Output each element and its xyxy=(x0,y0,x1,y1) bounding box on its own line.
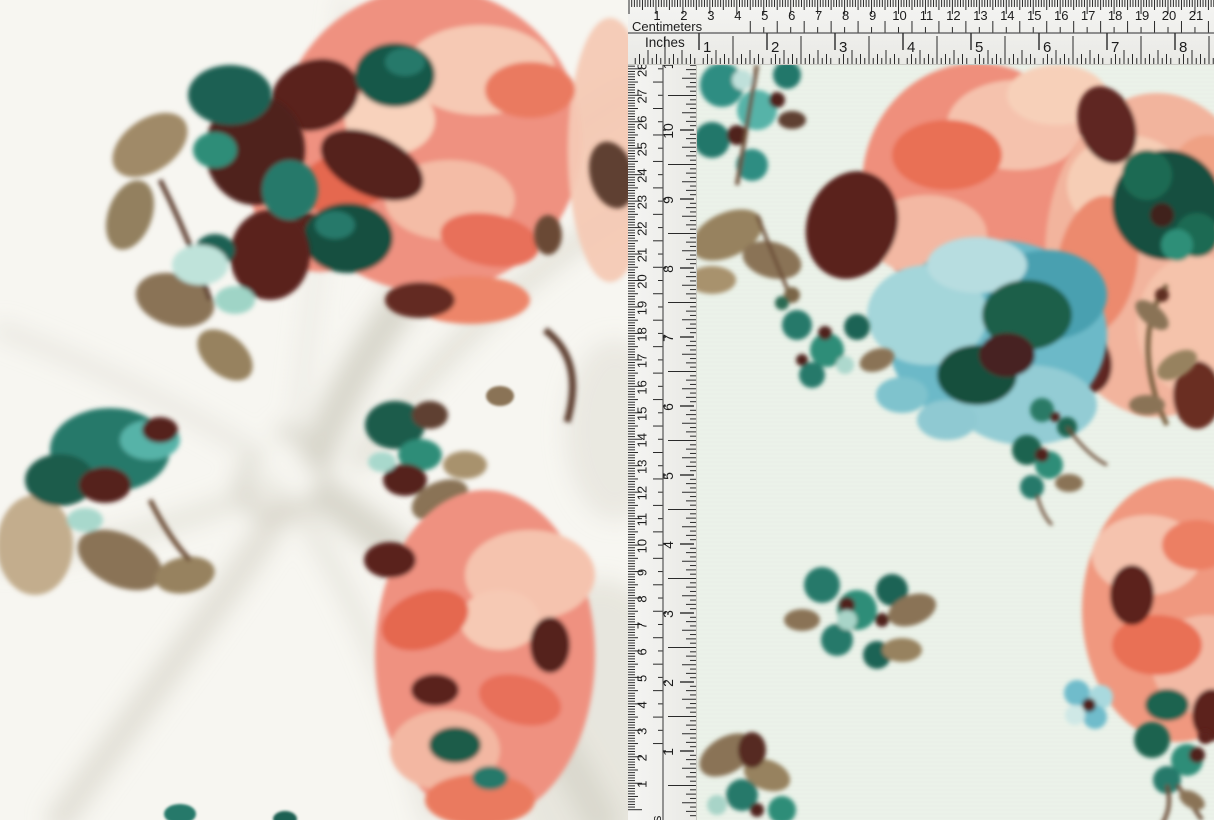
inch-number: 3 xyxy=(839,39,847,56)
inch-number: 4 xyxy=(660,541,676,549)
cm-number: 14 xyxy=(1000,8,1014,23)
cm-number: 15 xyxy=(635,407,650,421)
inch-number: 2 xyxy=(660,679,676,687)
inch-number: 10 xyxy=(660,123,676,139)
cm-number: 19 xyxy=(1135,8,1149,23)
cm-number: 13 xyxy=(973,8,987,23)
centimeters-label: Centimeters xyxy=(650,816,664,820)
cm-number: 21 xyxy=(1189,8,1203,23)
cm-number: 8 xyxy=(635,595,650,602)
cm-number: 8 xyxy=(842,8,849,23)
swirled-fabric-photo xyxy=(0,0,628,820)
cm-number: 6 xyxy=(788,8,795,23)
inch-number: 4 xyxy=(907,39,915,56)
cm-number: 18 xyxy=(635,327,650,341)
cm-number: 11 xyxy=(920,8,934,23)
cm-number: 21 xyxy=(635,248,650,262)
cm-number: 19 xyxy=(635,301,650,315)
cm-number: 5 xyxy=(635,675,650,682)
cm-number: 25 xyxy=(635,142,650,156)
cm-number: 3 xyxy=(707,8,714,23)
fabric-listing-photo: 12345678910111213141516171819202122Centi… xyxy=(0,0,1214,820)
cm-number: 10 xyxy=(635,539,650,553)
inch-number: 9 xyxy=(660,196,676,204)
cm-number: 5 xyxy=(761,8,768,23)
cm-number: 12 xyxy=(635,486,650,500)
inch-number: 2 xyxy=(771,39,779,56)
inch-number: 8 xyxy=(660,265,676,273)
cm-number: 17 xyxy=(635,354,650,368)
inch-number: 6 xyxy=(1043,39,1051,56)
cm-number: 28 xyxy=(635,65,650,77)
cm-number: 18 xyxy=(1108,8,1122,23)
cm-number: 4 xyxy=(635,701,650,708)
cm-number: 2 xyxy=(635,754,650,761)
inch-number: 5 xyxy=(975,39,983,56)
cm-number: 24 xyxy=(635,168,650,182)
inch-number: 3 xyxy=(660,610,676,618)
cm-number: 1 xyxy=(635,781,650,788)
cm-number: 13 xyxy=(635,459,650,473)
blue-flower-small xyxy=(1064,680,1113,729)
flat-fabric-swatch-photo xyxy=(697,65,1214,820)
inch-number: 5 xyxy=(660,472,676,480)
cm-number: 7 xyxy=(635,622,650,629)
cm-number: 3 xyxy=(635,728,650,735)
cm-number: 9 xyxy=(635,569,650,576)
inch-number: 1 xyxy=(703,39,711,56)
inch-number: 7 xyxy=(1111,39,1119,56)
cm-number: 15 xyxy=(1027,8,1041,23)
cm-number: 10 xyxy=(892,8,906,23)
inch-number: 11 xyxy=(660,65,676,69)
inch-number: 8 xyxy=(1179,39,1187,56)
cm-number: 11 xyxy=(635,513,650,527)
cm-number: 27 xyxy=(635,89,650,103)
centimeters-label: Centimeters xyxy=(632,19,703,34)
cm-number: 12 xyxy=(946,8,960,23)
cm-number: 9 xyxy=(869,8,876,23)
cm-number: 6 xyxy=(635,648,650,655)
cm-number: 14 xyxy=(635,433,650,447)
vertical-ruler: 2827262524232221201918171615141312111098… xyxy=(628,65,697,820)
cm-number: 23 xyxy=(635,195,650,209)
cm-number: 7 xyxy=(815,8,822,23)
inch-number: 7 xyxy=(660,334,676,342)
cm-number: 16 xyxy=(1054,8,1068,23)
horizontal-ruler: 12345678910111213141516171819202122Centi… xyxy=(628,0,1214,65)
cm-number: 26 xyxy=(635,116,650,130)
inch-number: 6 xyxy=(660,403,676,411)
cm-number: 22 xyxy=(635,221,650,235)
cm-number: 17 xyxy=(1081,8,1095,23)
cm-number: 20 xyxy=(635,274,650,288)
cm-number: 4 xyxy=(734,8,741,23)
cm-number: 20 xyxy=(1162,8,1176,23)
inch-number: 1 xyxy=(660,748,676,756)
cm-number: 16 xyxy=(635,380,650,394)
